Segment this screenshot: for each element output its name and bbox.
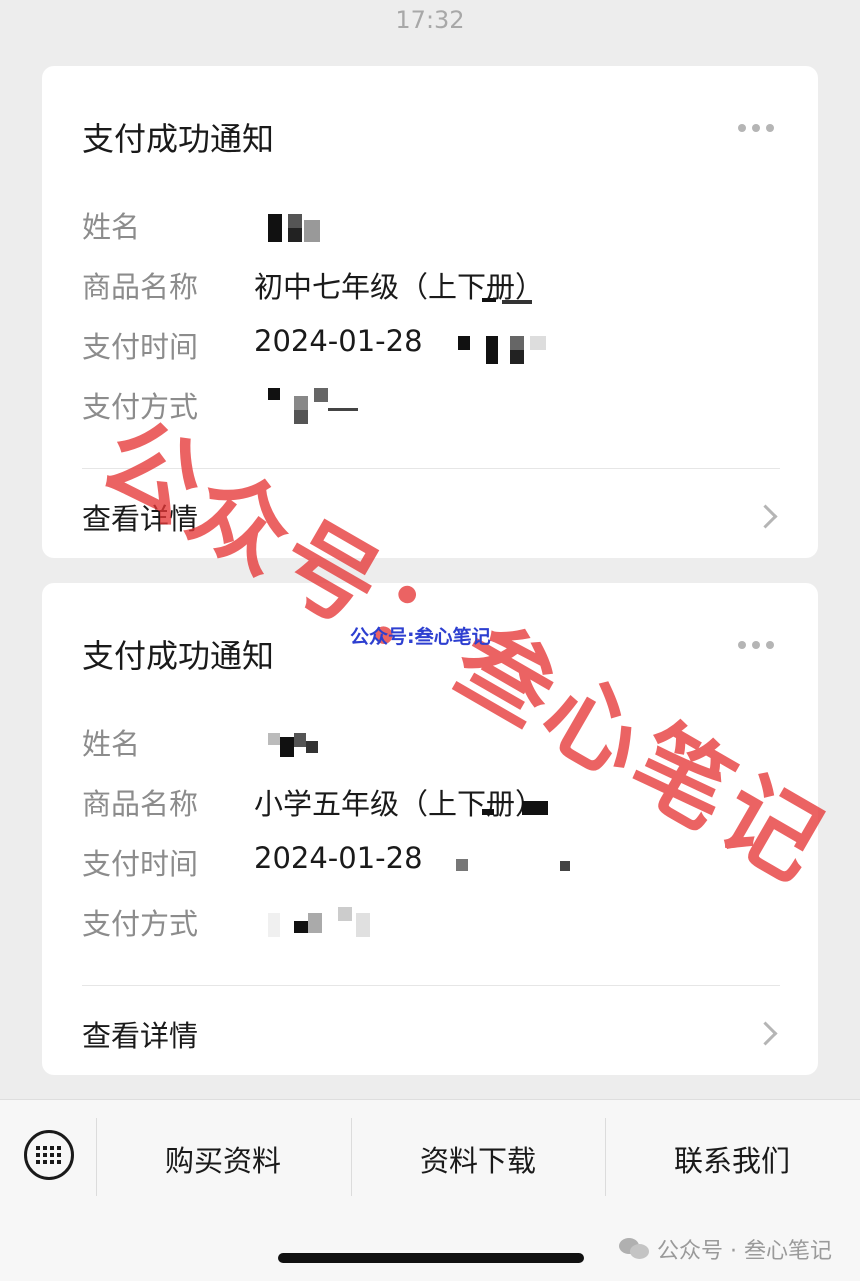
watermark-small: 公众号:叁心笔记	[350, 626, 491, 648]
view-details-link[interactable]: 查看详情	[82, 1013, 198, 1055]
field-label: 支付时间	[82, 847, 199, 881]
card-title: 支付成功通知	[82, 120, 275, 158]
field-label: 商品名称	[82, 270, 199, 304]
home-indicator	[278, 1253, 584, 1263]
divider	[82, 985, 780, 986]
card-title: 支付成功通知	[82, 637, 275, 675]
chevron-right-icon[interactable]	[753, 504, 778, 529]
status-time: 17:32	[395, 6, 465, 34]
footer-brand-text: 公众号 · 叁心笔记	[657, 1239, 832, 1264]
menu-item-contact-us[interactable]: 联系我们	[605, 1138, 859, 1180]
redacted-time	[456, 853, 586, 877]
more-options-icon[interactable]	[738, 641, 774, 649]
field-label: 支付方式	[82, 907, 199, 941]
menu-item-download-materials[interactable]: 资料下载	[351, 1138, 605, 1180]
keyboard-icon[interactable]	[24, 1130, 74, 1180]
field-label: 姓名	[82, 727, 141, 761]
wechat-icon	[619, 1238, 650, 1260]
redacted-method	[268, 388, 378, 428]
field-value: 2024-01-28	[254, 324, 423, 358]
redacted-method	[268, 907, 398, 943]
more-options-icon[interactable]	[738, 124, 774, 132]
field-label: 商品名称	[82, 787, 199, 821]
footer-brand: 公众号 · 叁心笔记	[619, 1233, 832, 1265]
redacted-name	[268, 733, 328, 761]
field-label: 支付时间	[82, 330, 199, 364]
redacted-mark	[482, 298, 542, 306]
field-value: 2024-01-28	[254, 841, 423, 875]
redacted-mark	[482, 799, 552, 819]
chevron-right-icon[interactable]	[753, 1021, 778, 1046]
field-label: 姓名	[82, 210, 141, 244]
redacted-time	[458, 330, 598, 364]
menu-item-buy-materials[interactable]: 购买资料	[96, 1138, 350, 1180]
redacted-name	[268, 214, 328, 244]
